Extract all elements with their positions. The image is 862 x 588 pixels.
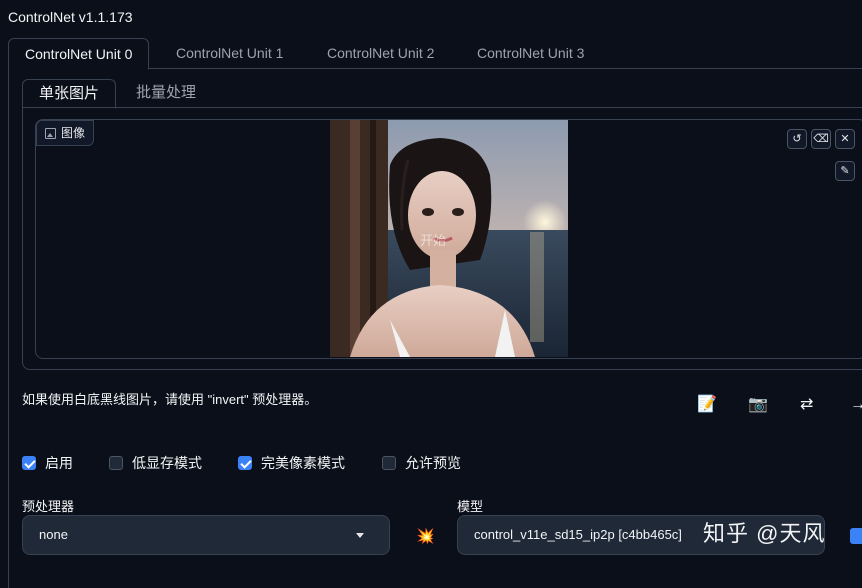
tab-controlnet-unit-1[interactable]: ControlNet Unit 1: [176, 38, 283, 68]
image-label-text: 图像: [61, 126, 86, 140]
explosion-icon[interactable]: 💥: [416, 527, 435, 545]
tab-controlnet-unit-2[interactable]: ControlNet Unit 2: [327, 38, 434, 68]
tab-batch[interactable]: 批量处理: [136, 79, 196, 107]
low-vram-checkbox[interactable]: 低显存模式: [109, 453, 202, 473]
preprocessor-select[interactable]: none: [22, 515, 390, 555]
image-overlay-text: 开始: [420, 233, 447, 248]
tab-controlnet-unit-0[interactable]: ControlNet Unit 0: [8, 38, 150, 70]
model-label: 模型: [457, 499, 484, 514]
image-mode-tab-bar: 单张图片 批量处理: [22, 79, 862, 109]
input-image: [330, 120, 568, 357]
checkbox-box[interactable]: [109, 456, 123, 470]
checkbox-box[interactable]: [238, 456, 252, 470]
checkbox-label: 完美像素模式: [261, 455, 345, 471]
preprocessor-value: none: [39, 527, 68, 542]
image-label: 图像: [36, 120, 95, 146]
tab-controlnet-unit-3[interactable]: ControlNet Unit 3: [477, 38, 584, 68]
checkbox-label: 启用: [45, 455, 73, 471]
camera-icon[interactable]: 📷: [748, 396, 768, 414]
checkbox-box[interactable]: [22, 456, 36, 470]
image-icon: [45, 127, 56, 139]
checkbox-label: 低显存模式: [132, 455, 202, 471]
preprocessor-label: 预处理器: [22, 499, 75, 514]
watermark: 知乎 @天风: [703, 521, 826, 546]
memo-icon[interactable]: 📝: [697, 396, 717, 414]
arrow-icon[interactable]: →: [850, 396, 862, 414]
chevron-down-icon: [356, 533, 364, 538]
invert-hint-text: 如果使用白底黑线图片，请使用 "invert" 预处理器。: [22, 392, 318, 407]
portrait-photo: [330, 120, 568, 357]
swap-icon[interactable]: ⇄: [800, 396, 813, 414]
allow-preview-checkbox[interactable]: 允许预览: [382, 453, 461, 473]
undo-icon[interactable]: ↺: [787, 129, 807, 149]
model-value: control_v11e_sd15_ip2p [c4bb465c]: [474, 527, 682, 542]
checkbox-box[interactable]: [382, 456, 396, 470]
close-icon[interactable]: ✕: [835, 129, 855, 149]
checkbox-label: 允许预览: [405, 455, 461, 471]
enable-checkbox[interactable]: 启用: [22, 453, 73, 473]
brush-icon[interactable]: ✎: [835, 161, 855, 181]
unit-tab-bar: ControlNet Unit 0 ControlNet Unit 1 Cont…: [8, 38, 862, 70]
app-title: ControlNet v1.1.173: [8, 9, 133, 25]
refresh-icon[interactable]: [850, 528, 862, 544]
tab-single-image[interactable]: 单张图片: [22, 79, 117, 109]
eraser-icon[interactable]: ⌫: [811, 129, 831, 149]
pixel-perfect-checkbox[interactable]: 完美像素模式: [238, 453, 345, 473]
